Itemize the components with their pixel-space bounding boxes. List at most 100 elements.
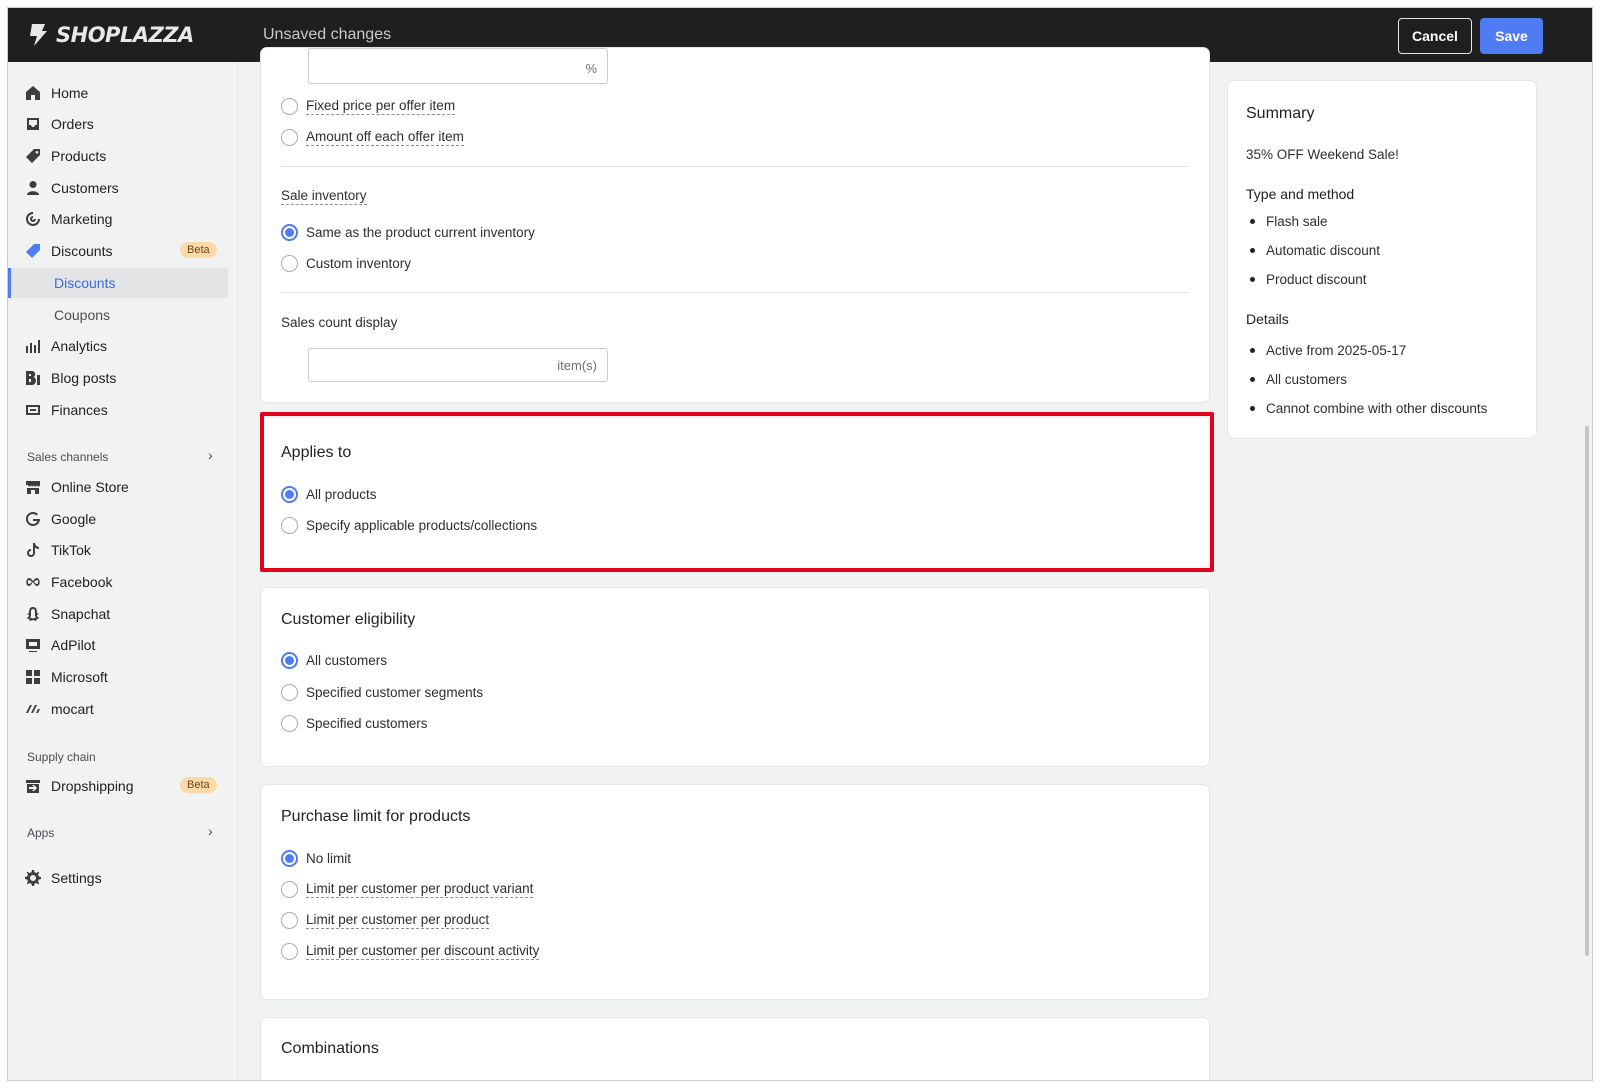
sidebar-item-discounts[interactable]: Discounts Beta	[8, 236, 238, 266]
radio-limit-per-variant[interactable]: Limit per customer per product variant	[281, 879, 534, 899]
sidebar-item-label: Dropshipping	[51, 778, 134, 794]
sales-channels-heading[interactable]: Sales channels	[27, 450, 108, 464]
sidebar-item-facebook[interactable]: Facebook	[8, 567, 238, 597]
radio-all-customers[interactable]: All customers	[281, 650, 387, 670]
radio-button[interactable]	[281, 97, 298, 115]
sidebar-item-mocart[interactable]: mocart	[8, 694, 238, 724]
sidebar-item-online-store[interactable]: Online Store	[8, 472, 238, 502]
sidebar-item-home[interactable]: Home	[8, 78, 238, 108]
sidebar-item-adpilot[interactable]: AdPilot	[8, 630, 238, 660]
sidebar-item-blog-posts[interactable]: Blog posts	[8, 363, 238, 393]
summary-panel: Summary 35% OFF Weekend Sale! Type and m…	[1228, 81, 1536, 438]
radio-label: Limit per customer per product variant	[306, 880, 534, 898]
store-icon	[24, 478, 42, 496]
sidebar-item-label: Settings	[51, 870, 102, 886]
sidebar-item-label: Finances	[51, 402, 108, 418]
radio-button[interactable]	[281, 849, 298, 867]
sales-count-input[interactable]: item(s)	[308, 348, 608, 382]
radio-label: Same as the product current inventory	[306, 224, 535, 240]
purchase-limit-title: Purchase limit for products	[281, 808, 471, 825]
radio-label: No limit	[306, 850, 352, 866]
radio-customer-segments[interactable]: Specified customer segments	[281, 682, 483, 702]
sidebar-item-analytics[interactable]: Analytics	[8, 331, 238, 361]
summary-list-item: Cannot combine with other discounts	[1250, 401, 1487, 416]
customer-eligibility-title: Customer eligibility	[281, 611, 416, 628]
logo[interactable]: SHOPLAZZA	[26, 21, 194, 49]
supply-chain-heading: Supply chain	[27, 750, 96, 764]
radio-button[interactable]	[281, 714, 298, 732]
sidebar-item-label: Discounts	[51, 243, 113, 259]
sale-inventory-label: Sale inventory	[281, 188, 367, 205]
sidebar-item-label: Products	[51, 148, 107, 164]
details-heading: Details	[1246, 311, 1289, 327]
cancel-button[interactable]: Cancel	[1398, 18, 1472, 54]
sidebar-item-orders[interactable]: Orders	[8, 109, 238, 139]
sidebar-item-google[interactable]: Google	[8, 504, 238, 534]
radio-same-inventory[interactable]: Same as the product current inventory	[281, 222, 535, 242]
radio-label: All customers	[306, 652, 388, 668]
radio-limit-per-product[interactable]: Limit per customer per product	[281, 910, 490, 930]
summary-title: Summary	[1246, 105, 1315, 122]
beta-badge: Beta	[180, 777, 217, 793]
radio-button[interactable]	[281, 683, 298, 701]
sidebar-item-label: mocart	[51, 701, 94, 717]
tiktok-icon	[24, 541, 42, 559]
purchase-limit-card: Purchase limit for products No limit Lim…	[261, 785, 1209, 999]
gear-icon	[24, 869, 42, 887]
radio-label: Custom inventory	[306, 255, 412, 271]
radio-fixed-price[interactable]: Fixed price per offer item	[281, 96, 456, 116]
person-icon	[24, 179, 42, 197]
apps-heading[interactable]: Apps	[27, 826, 54, 840]
chevron-right-icon[interactable]: ›	[208, 447, 213, 463]
radio-button[interactable]	[281, 651, 298, 669]
sidebar-subitem-discounts[interactable]: Discounts	[8, 268, 228, 298]
radio-button[interactable]	[281, 911, 298, 929]
divider	[281, 166, 1189, 167]
sidebar-item-marketing[interactable]: Marketing	[8, 204, 238, 234]
sidebar-item-label: Marketing	[51, 211, 113, 227]
summary-list-item: Automatic discount	[1250, 243, 1380, 258]
mocart-icon	[24, 700, 42, 718]
radio-custom-inventory[interactable]: Custom inventory	[281, 253, 411, 273]
sidebar-subitem-coupons[interactable]: Coupons	[8, 300, 228, 330]
blog-icon	[24, 369, 42, 387]
summary-list-item: All customers	[1250, 372, 1347, 387]
shoplazza-logo-icon	[30, 24, 47, 46]
percentage-input[interactable]: %	[308, 48, 608, 84]
radio-button[interactable]	[281, 254, 298, 272]
sidebar-item-products[interactable]: Products	[8, 141, 238, 171]
radio-amount-off[interactable]: Amount off each offer item	[281, 127, 464, 147]
radio-specified-customers[interactable]: Specified customers	[281, 713, 428, 733]
sidebar-item-tiktok[interactable]: TikTok	[8, 535, 238, 565]
sidebar-item-finances[interactable]: Finances	[8, 395, 238, 425]
sales-count-label: Sales count display	[281, 315, 398, 330]
sidebar-item-dropshipping[interactable]: Dropshipping Beta	[8, 771, 238, 801]
radio-limit-per-activity[interactable]: Limit per customer per discount activity	[281, 941, 540, 961]
radio-button[interactable]	[281, 223, 298, 241]
save-button[interactable]: Save	[1480, 18, 1543, 54]
radio-label: Specified customers	[306, 715, 428, 731]
scrollbar[interactable]	[1585, 426, 1589, 956]
pricing-card: % Fixed price per offer item Amount off …	[261, 48, 1209, 402]
google-icon	[24, 510, 42, 528]
sidebar-item-settings[interactable]: Settings	[8, 863, 238, 893]
radio-button[interactable]	[281, 880, 298, 898]
sidebar-item-label: TikTok	[51, 542, 91, 558]
sidebar-item-label: Analytics	[51, 338, 108, 354]
sidebar-item-snapchat[interactable]: Snapchat	[8, 599, 238, 629]
chevron-right-icon[interactable]: ›	[208, 823, 213, 839]
sidebar-item-customers[interactable]: Customers	[8, 173, 238, 203]
sidebar-item-label: Home	[51, 85, 89, 101]
beta-badge: Beta	[180, 242, 217, 258]
radio-label: Limit per customer per product	[306, 911, 490, 929]
sidebar-item-microsoft[interactable]: Microsoft	[8, 662, 238, 692]
radio-button[interactable]	[281, 942, 298, 960]
dropship-icon	[24, 777, 42, 795]
radio-label: Limit per customer per discount activity	[306, 942, 540, 960]
inbox-icon	[24, 115, 42, 133]
radio-label: Amount off each offer item	[306, 128, 464, 146]
logo-text: SHOPLAZZA	[56, 23, 194, 47]
radio-button[interactable]	[281, 128, 298, 146]
radio-no-limit[interactable]: No limit	[281, 848, 351, 868]
meta-icon	[24, 573, 42, 591]
